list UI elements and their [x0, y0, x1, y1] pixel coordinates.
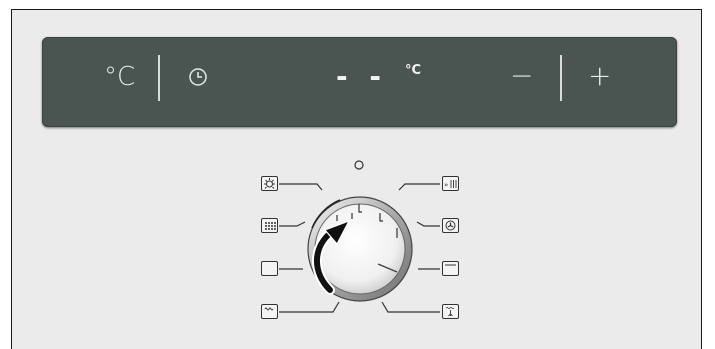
mode-selector-knob[interactable]	[0, 0, 715, 342]
knob-face	[314, 203, 406, 295]
mode-selector-area: »	[0, 0, 715, 342]
